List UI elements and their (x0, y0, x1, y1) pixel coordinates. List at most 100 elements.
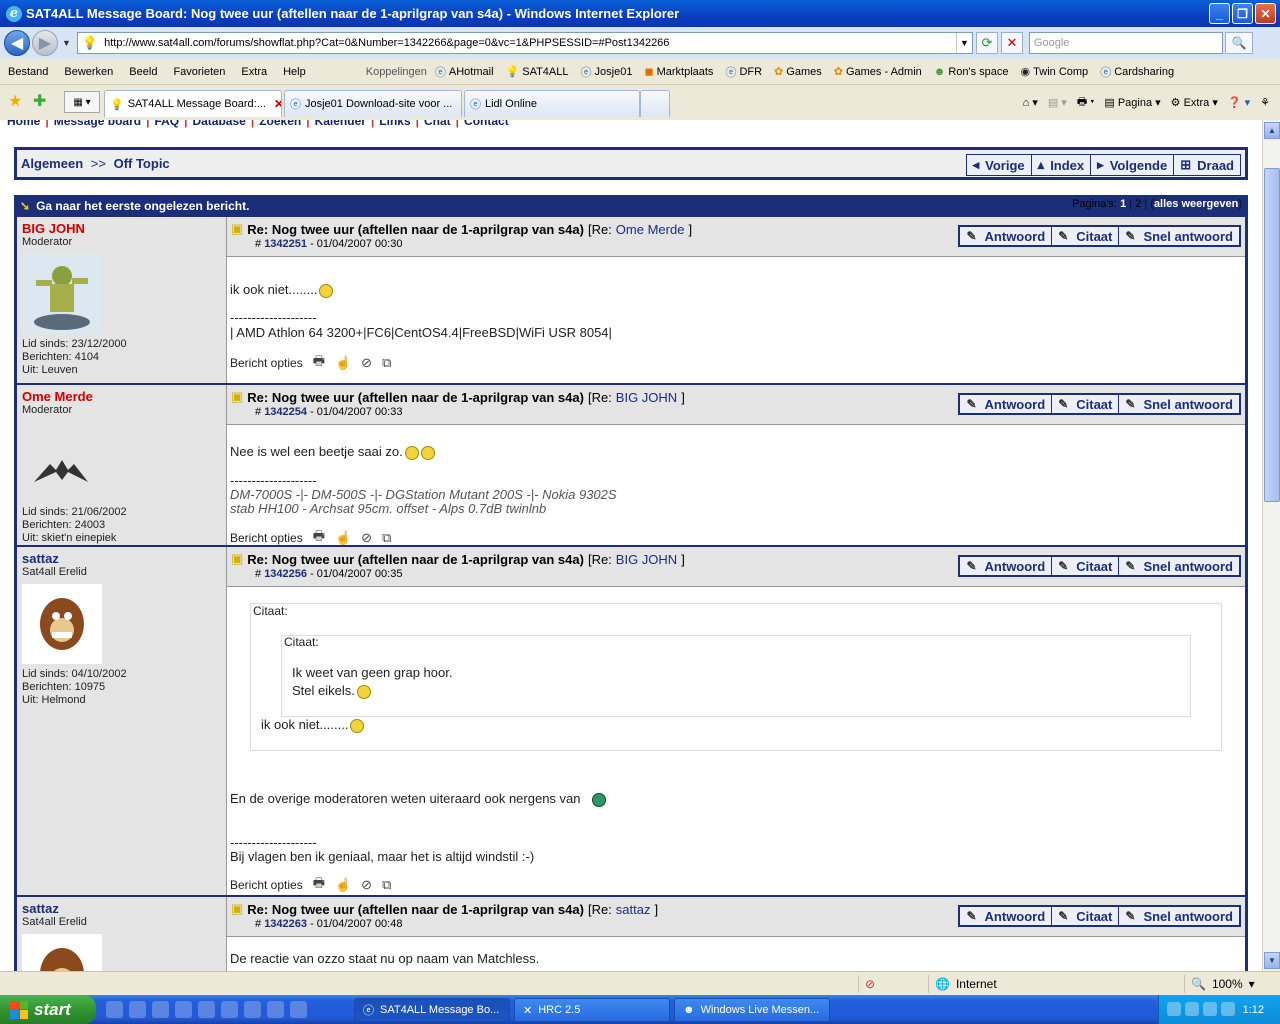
tray-icon[interactable] (1167, 1002, 1181, 1016)
print-icon[interactable]: 🖶 (313, 527, 325, 549)
maximize-button[interactable]: ❐ (1232, 3, 1253, 24)
taskbar-task-ie[interactable]: ⓔ SAT4ALL Message Bo... (354, 998, 510, 1022)
link-josje01[interactable]: ⓔ Josje01 (581, 64, 633, 80)
breadcrumb-root[interactable]: Algemeen (21, 156, 83, 171)
home-icon[interactable]: ⌂ ▾ (1023, 96, 1038, 109)
scroll-down-icon[interactable]: ▼ (1264, 952, 1280, 969)
nav-link[interactable]: Home (7, 120, 40, 128)
page-1-link[interactable]: 1 (1120, 198, 1126, 210)
reply-to-user[interactable]: BIG JOHN (616, 390, 677, 405)
thread-button[interactable]: ⊞ Draad (1174, 155, 1240, 175)
help-icon[interactable]: ❓ ▾ (1228, 96, 1250, 109)
quick-reply-button[interactable]: ✎ Snel antwoord (1119, 395, 1239, 413)
clock[interactable]: 1:12 (1243, 1004, 1264, 1016)
quick-reply-button[interactable]: ✎ Snel antwoord (1119, 227, 1239, 245)
quote-button[interactable]: ✎ Citaat (1052, 907, 1120, 925)
username[interactable]: BIG JOHN (22, 221, 221, 236)
taskbar-task-messenger[interactable]: ☻ Windows Live Messen... (674, 998, 830, 1022)
tray-icon[interactable] (1221, 1002, 1235, 1016)
new-tab-button[interactable] (640, 90, 670, 117)
nav-link[interactable]: Zoeken (259, 120, 301, 128)
username[interactable]: sattaz (22, 551, 221, 566)
tray-icon[interactable] (1185, 1002, 1199, 1016)
back-button[interactable]: ◀ (4, 30, 30, 56)
nav-link[interactable]: Contact (464, 120, 509, 128)
page-menu[interactable]: ▤ Pagina ▾ (1104, 96, 1160, 109)
username[interactable]: sattaz (22, 901, 221, 916)
quick-launch-icon[interactable] (198, 1001, 215, 1018)
forward-button[interactable]: ▶ (32, 30, 58, 56)
alert-icon[interactable]: ☝ (335, 530, 351, 546)
quick-launch-icon[interactable] (221, 1001, 238, 1018)
page-2-link[interactable]: 2 (1135, 198, 1141, 210)
quick-launch-icon[interactable] (106, 1001, 123, 1018)
quick-launch-icon[interactable] (152, 1001, 169, 1018)
taskbar-task-hrc[interactable]: ✕ HRC 2.5 (514, 998, 670, 1022)
ignore-icon[interactable]: ⊘ (361, 530, 372, 546)
reply-button[interactable]: ✎ Antwoord (960, 395, 1053, 413)
tools-menu[interactable]: ⚙ Extra ▾ (1171, 96, 1218, 109)
quick-reply-button[interactable]: ✎ Snel antwoord (1119, 907, 1239, 925)
start-button[interactable]: start (0, 995, 96, 1024)
nav-link[interactable]: FAQ (154, 120, 179, 128)
link-twin-comp[interactable]: ◉ Twin Comp (1021, 65, 1089, 79)
quick-launch-icon[interactable] (290, 1001, 307, 1018)
close-button[interactable]: ✕ (1255, 3, 1276, 24)
print-icon[interactable]: 🖶 (313, 352, 325, 374)
link-sat4all[interactable]: 💡 SAT4ALL (506, 65, 569, 79)
reply-button[interactable]: ✎ Antwoord (960, 227, 1053, 245)
tray-icon[interactable] (1203, 1002, 1217, 1016)
reply-to-user[interactable]: BIG JOHN (616, 552, 677, 567)
link-rons-space[interactable]: ☻ Ron's space (934, 66, 1009, 78)
post-number[interactable]: 1342256 (264, 568, 307, 580)
nav-link[interactable]: Kalender (315, 120, 366, 128)
alert-icon[interactable]: ☝ (335, 355, 351, 371)
menu-item[interactable]: Extra (233, 66, 275, 78)
forward-icon[interactable]: ⧉ (382, 877, 391, 893)
link-marktplaats[interactable]: ◼ Marktplaats (644, 65, 713, 79)
menu-item[interactable]: Beeld (121, 66, 165, 78)
tab-sat4all[interactable]: 💡 SAT4ALL Message Board:... ✕ (104, 90, 282, 117)
quick-launch-icon[interactable] (129, 1001, 146, 1018)
quick-tabs-button[interactable]: ▦ ▾ (64, 91, 100, 113)
post-number[interactable]: 1342251 (264, 238, 307, 250)
quote-button[interactable]: ✎ Citaat (1052, 557, 1120, 575)
minimize-button[interactable]: _ (1209, 3, 1230, 24)
link-dfr[interactable]: ⓔ DFR (725, 64, 762, 80)
reply-to-user[interactable]: sattaz (616, 902, 651, 917)
link-games[interactable]: ✿ Games (774, 65, 822, 79)
forward-icon[interactable]: ⧉ (382, 355, 391, 371)
quick-launch-icon[interactable] (244, 1001, 261, 1018)
address-dropdown[interactable]: ▼ (955, 33, 972, 53)
reply-to-user[interactable]: Ome Merde (616, 222, 685, 237)
post-number[interactable]: 1342254 (264, 406, 307, 418)
address-input[interactable]: 💡 http://www.sat4all.com/forums/showflat… (76, 32, 973, 54)
first-unread-link[interactable]: Ga naar het eerste ongelezen bericht. (36, 199, 249, 213)
print-icon[interactable]: 🖶 ▾ (1077, 93, 1095, 112)
stop-button[interactable]: ✕ (1000, 32, 1023, 54)
nav-link[interactable]: Message board (54, 120, 141, 128)
forward-icon[interactable]: ⧉ (382, 530, 391, 546)
menu-item[interactable]: Favorieten (165, 66, 233, 78)
search-icon[interactable]: 🔍 (1224, 32, 1253, 54)
ignore-icon[interactable]: ⊘ (361, 355, 372, 371)
quick-reply-button[interactable]: ✎ Snel antwoord (1119, 557, 1239, 575)
tab-close-icon[interactable]: ✕ (274, 97, 281, 111)
refresh-button[interactable]: ⟳ (975, 32, 998, 54)
add-favorite-icon[interactable]: ✚ (33, 91, 46, 111)
history-dropdown[interactable]: ▼ (62, 38, 71, 48)
menu-item[interactable]: Bewerken (56, 66, 121, 78)
scroll-up-icon[interactable]: ▲ (1264, 122, 1280, 139)
username[interactable]: Ome Merde (22, 389, 221, 404)
quote-button[interactable]: ✎ Citaat (1052, 395, 1120, 413)
privacy-icon[interactable]: ⊘ (858, 975, 928, 993)
reply-button[interactable]: ✎ Antwoord (960, 557, 1053, 575)
quote-button[interactable]: ✎ Citaat (1052, 227, 1120, 245)
menu-item[interactable]: Help (275, 66, 314, 78)
previous-button[interactable]: ◂ Vorige (966, 155, 1032, 175)
nav-link[interactable]: Links (379, 120, 410, 128)
research-icon[interactable]: ⚘ (1260, 96, 1270, 109)
vertical-scrollbar[interactable]: ▲ ▼ (1262, 120, 1280, 971)
nav-link[interactable]: Chat (424, 120, 451, 128)
next-button[interactable]: ▸ Volgende (1091, 155, 1175, 175)
